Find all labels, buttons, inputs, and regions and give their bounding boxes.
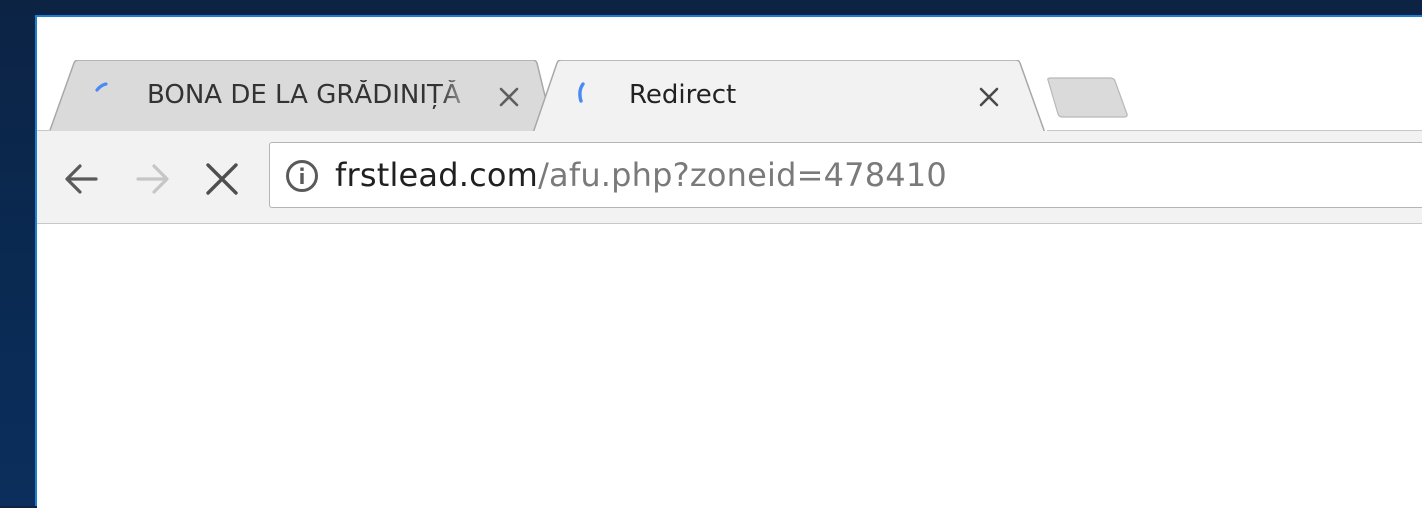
tab-title: BONA DE LA GRĂDINIȚĂ <box>147 80 461 110</box>
forward-button[interactable] <box>130 157 174 201</box>
stop-button[interactable] <box>200 157 244 201</box>
tab-title: Redirect <box>629 80 737 110</box>
new-tab-icon[interactable] <box>1042 77 1132 119</box>
browser-window: BONA DE LA GRĂDINIȚĂ Redirect frstlead.c… <box>35 15 1422 508</box>
url-path: /afu.php?zoneid=478410 <box>538 156 947 194</box>
close-icon[interactable] <box>494 82 524 112</box>
page-content <box>37 224 1422 508</box>
info-icon[interactable] <box>285 159 319 193</box>
loading-spinner-icon <box>578 82 585 103</box>
address-bar[interactable]: frstlead.com/afu.php?zoneid=478410 <box>269 142 1422 208</box>
tab-active[interactable]: Redirect <box>533 60 1053 135</box>
close-icon <box>206 163 238 195</box>
arrow-left-icon <box>65 164 98 194</box>
url-host: frstlead.com <box>335 156 539 194</box>
close-icon[interactable] <box>974 82 1004 112</box>
url-text[interactable]: frstlead.com/afu.php?zoneid=478410 <box>335 156 947 194</box>
arrow-right-icon <box>136 164 169 194</box>
toolbar: frstlead.com/afu.php?zoneid=478410 <box>37 131 1422 224</box>
loading-spinner-icon <box>95 82 108 92</box>
tab-background[interactable]: BONA DE LA GRĂDINIȚĂ <box>49 60 554 133</box>
tab-strip: BONA DE LA GRĂDINIȚĂ Redirect <box>37 17 1422 135</box>
back-button[interactable] <box>60 157 104 201</box>
